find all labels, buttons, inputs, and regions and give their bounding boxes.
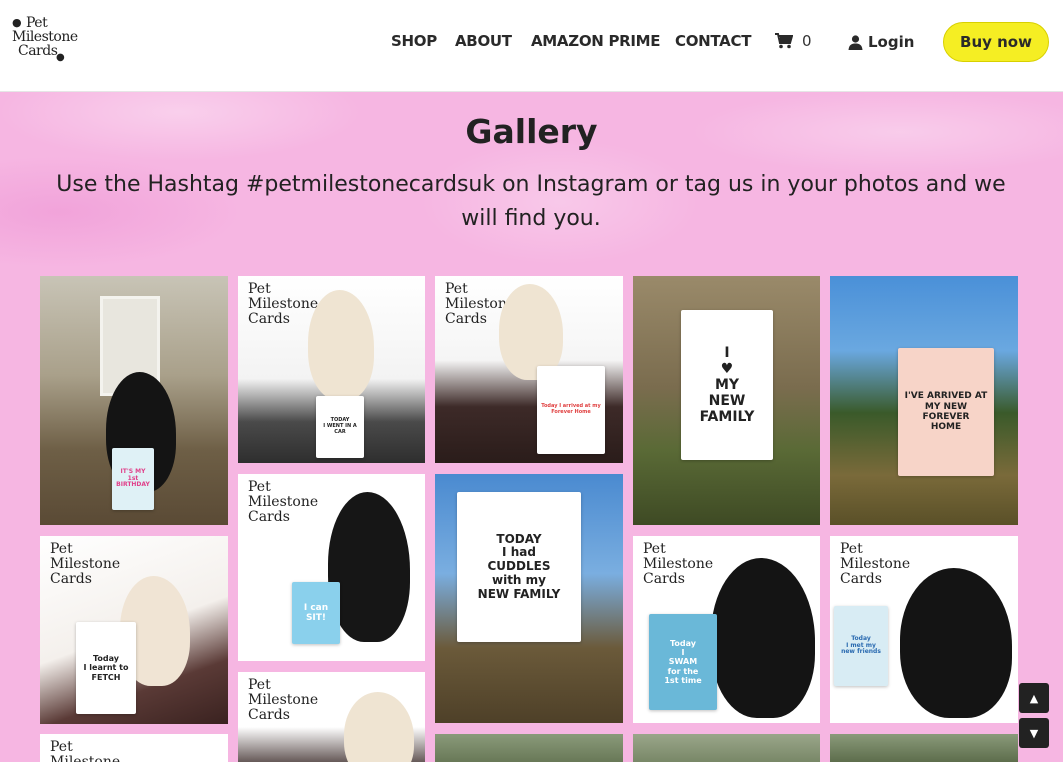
watermark: Pet Milestone Cards <box>643 541 714 587</box>
milestone-card: TODAY I had CUDDLES with my NEW FAMILY <box>457 492 581 642</box>
dog-figure <box>711 558 815 718</box>
arrow-up-icon: ▲ <box>1029 691 1039 705</box>
dog-figure <box>308 290 374 400</box>
paw-icon: ● <box>56 52 65 63</box>
site-logo[interactable]: ● Pet Milestone Cards ● <box>12 16 78 64</box>
gallery-photo[interactable] <box>435 734 623 762</box>
gallery-photo[interactable]: Pet Milestone Cards Today I learnt to FETC… <box>40 536 228 724</box>
gallery-photo[interactable]: Pet Milestone Cards I can SIT! <box>238 474 425 661</box>
buy-now-button[interactable]: Buy now <box>943 22 1049 62</box>
login-label: Login <box>868 33 915 51</box>
milestone-card: IT'S MY 1st BIRTHDAY <box>112 448 154 510</box>
gallery-photo[interactable]: Pet Milestone Cards Today I met my new fri… <box>830 536 1018 723</box>
watermark: Pet Milestone Cards <box>248 281 319 327</box>
gallery-photo[interactable] <box>633 734 820 762</box>
gallery-photo[interactable]: I ♥ MY NEW FAMILY <box>633 276 820 525</box>
nav-about[interactable]: ABOUT <box>455 30 512 52</box>
milestone-card: I ♥ MY NEW FAMILY <box>681 310 773 460</box>
watermark: Pet Milestone Cards <box>248 677 319 723</box>
watermark: Pet Milestone Cards <box>248 479 319 525</box>
milestone-card: TODAY I WENT IN A CAR <box>316 396 364 458</box>
gallery-photo[interactable]: IT'S MY 1st BIRTHDAY <box>40 276 228 525</box>
nav-contact[interactable]: CONTACT <box>675 30 751 52</box>
gallery-photo[interactable]: Pet Milestone Cards Today I arrived at my … <box>435 276 623 463</box>
watermark: Pet Milestone Cards <box>50 541 121 587</box>
site-header: ● Pet Milestone Cards ● SHOP ABOUT AMAZO… <box>0 0 1063 92</box>
scroll-up-button[interactable]: ▲ <box>1019 683 1049 713</box>
gallery-photo[interactable]: Pet Milestone <box>40 734 228 762</box>
gallery-photo[interactable]: Pet Milestone Cards <box>238 672 425 762</box>
login-link[interactable]: Login <box>848 31 914 53</box>
cart-count: 0 <box>802 32 812 50</box>
logo-line-3: Cards <box>18 43 58 59</box>
watermark: Pet Milestone <box>50 739 121 762</box>
cart-icon <box>775 33 793 49</box>
watermark: Pet Milestone Cards <box>840 541 911 587</box>
nav-amazon-prime[interactable]: AMAZON PRIME <box>531 30 661 52</box>
milestone-card: Today I learnt to FETCH <box>76 622 136 714</box>
gallery-photo[interactable]: I'VE ARRIVED AT MY NEW FOREVER HOME <box>830 276 1018 525</box>
milestone-card: Today I met my new friends <box>834 606 888 686</box>
dog-figure <box>344 692 414 762</box>
nav-shop[interactable]: SHOP <box>391 30 437 52</box>
dog-figure <box>328 492 410 642</box>
user-icon <box>848 34 863 50</box>
logo-text: Pet Milestone Cards <box>12 15 78 59</box>
milestone-card: I can SIT! <box>292 582 340 644</box>
page-title: Gallery <box>465 112 598 151</box>
gallery-photo[interactable]: TODAY I had CUDDLES with my NEW FAMILY <box>435 474 623 723</box>
milestone-card: I'VE ARRIVED AT MY NEW FOREVER HOME <box>898 348 994 476</box>
gallery-photo[interactable]: Pet Milestone Cards Today I SWAM for the 1… <box>633 536 820 723</box>
milestone-card: Today I SWAM for the 1st time <box>649 614 717 710</box>
cart-button[interactable]: 0 <box>775 30 812 52</box>
scroll-down-button[interactable]: ▼ <box>1019 718 1049 748</box>
gallery-photo[interactable] <box>830 734 1018 762</box>
dog-figure <box>900 568 1012 718</box>
milestone-card: Today I arrived at my Forever Home <box>537 366 605 454</box>
arrow-down-icon: ▼ <box>1029 726 1039 740</box>
logo-line-1: Pet <box>26 15 48 31</box>
gallery-subtitle: Use the Hashtag #petmilestonecardsuk on … <box>56 172 1006 231</box>
gallery-photo[interactable]: Pet Milestone Cards TODAY I WENT IN A CAR <box>238 276 425 463</box>
logo-line-2: Milestone <box>12 29 78 45</box>
